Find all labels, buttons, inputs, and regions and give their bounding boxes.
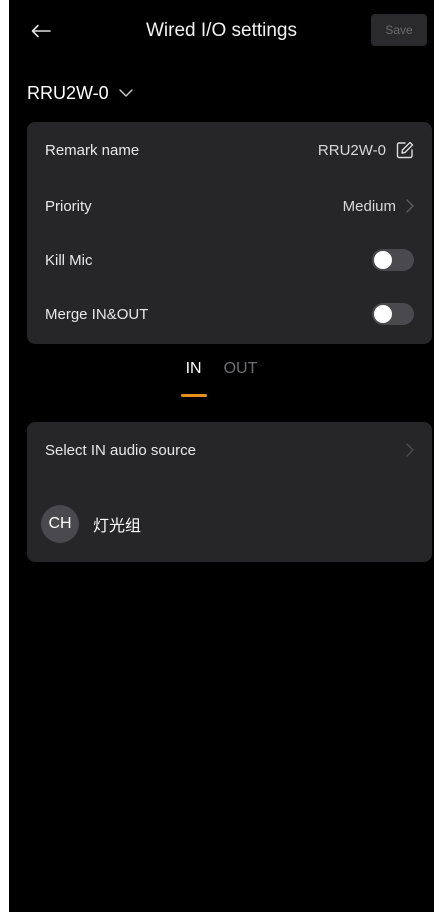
tab-in[interactable]: IN [180,356,207,400]
merge-in-out-label: Merge IN&OUT [45,305,149,323]
header: Wired I/O settings Save [9,0,434,64]
merge-in-out-row: Merge IN&OUT [27,286,432,342]
chevron-right-icon [406,199,414,213]
device-name: RRU2W-0 [27,82,109,103]
select-audio-source-label: Select IN audio source [45,441,196,459]
channel-item[interactable]: CH 灯光组 [41,504,141,544]
audio-source-card: Select IN audio source CH 灯光组 [27,422,432,562]
priority-row[interactable]: Priority Medium [27,178,432,234]
device-selector[interactable]: RRU2W-0 [27,80,133,106]
chevron-down-icon [118,89,133,97]
merge-in-out-toggle[interactable] [372,303,414,325]
toggle-knob [374,305,392,323]
tab-in-label: IN [185,360,202,377]
kill-mic-toggle[interactable] [372,249,414,271]
remark-name-value: RRU2W-0 [317,141,386,159]
toggle-knob [374,251,392,269]
priority-label: Priority [45,197,92,215]
settings-card: Remark name RRU2W-0 Priority Medium Kill… [27,122,432,344]
remark-name-label: Remark name [45,141,140,159]
edit-icon[interactable] [396,141,414,159]
select-audio-source-row[interactable]: Select IN audio source [27,422,432,478]
priority-value: Medium [342,197,396,215]
kill-mic-label: Kill Mic [45,251,93,269]
chevron-right-icon [406,443,414,457]
channel-avatar: CH [41,505,79,543]
remark-name-row[interactable]: Remark name RRU2W-0 [27,122,432,178]
io-tabs: IN OUT [9,356,434,400]
tab-out[interactable]: OUT [222,356,260,400]
channel-name: 灯光组 [93,518,142,535]
save-button[interactable]: Save [371,14,427,46]
priority-right: Medium [343,198,414,215]
kill-mic-row: Kill Mic [27,232,432,288]
wired-io-settings-screen: Wired I/O settings Save RRU2W-0 Remark n… [9,0,434,912]
remark-name-right: RRU2W-0 [318,141,414,159]
active-tab-indicator [180,394,207,397]
